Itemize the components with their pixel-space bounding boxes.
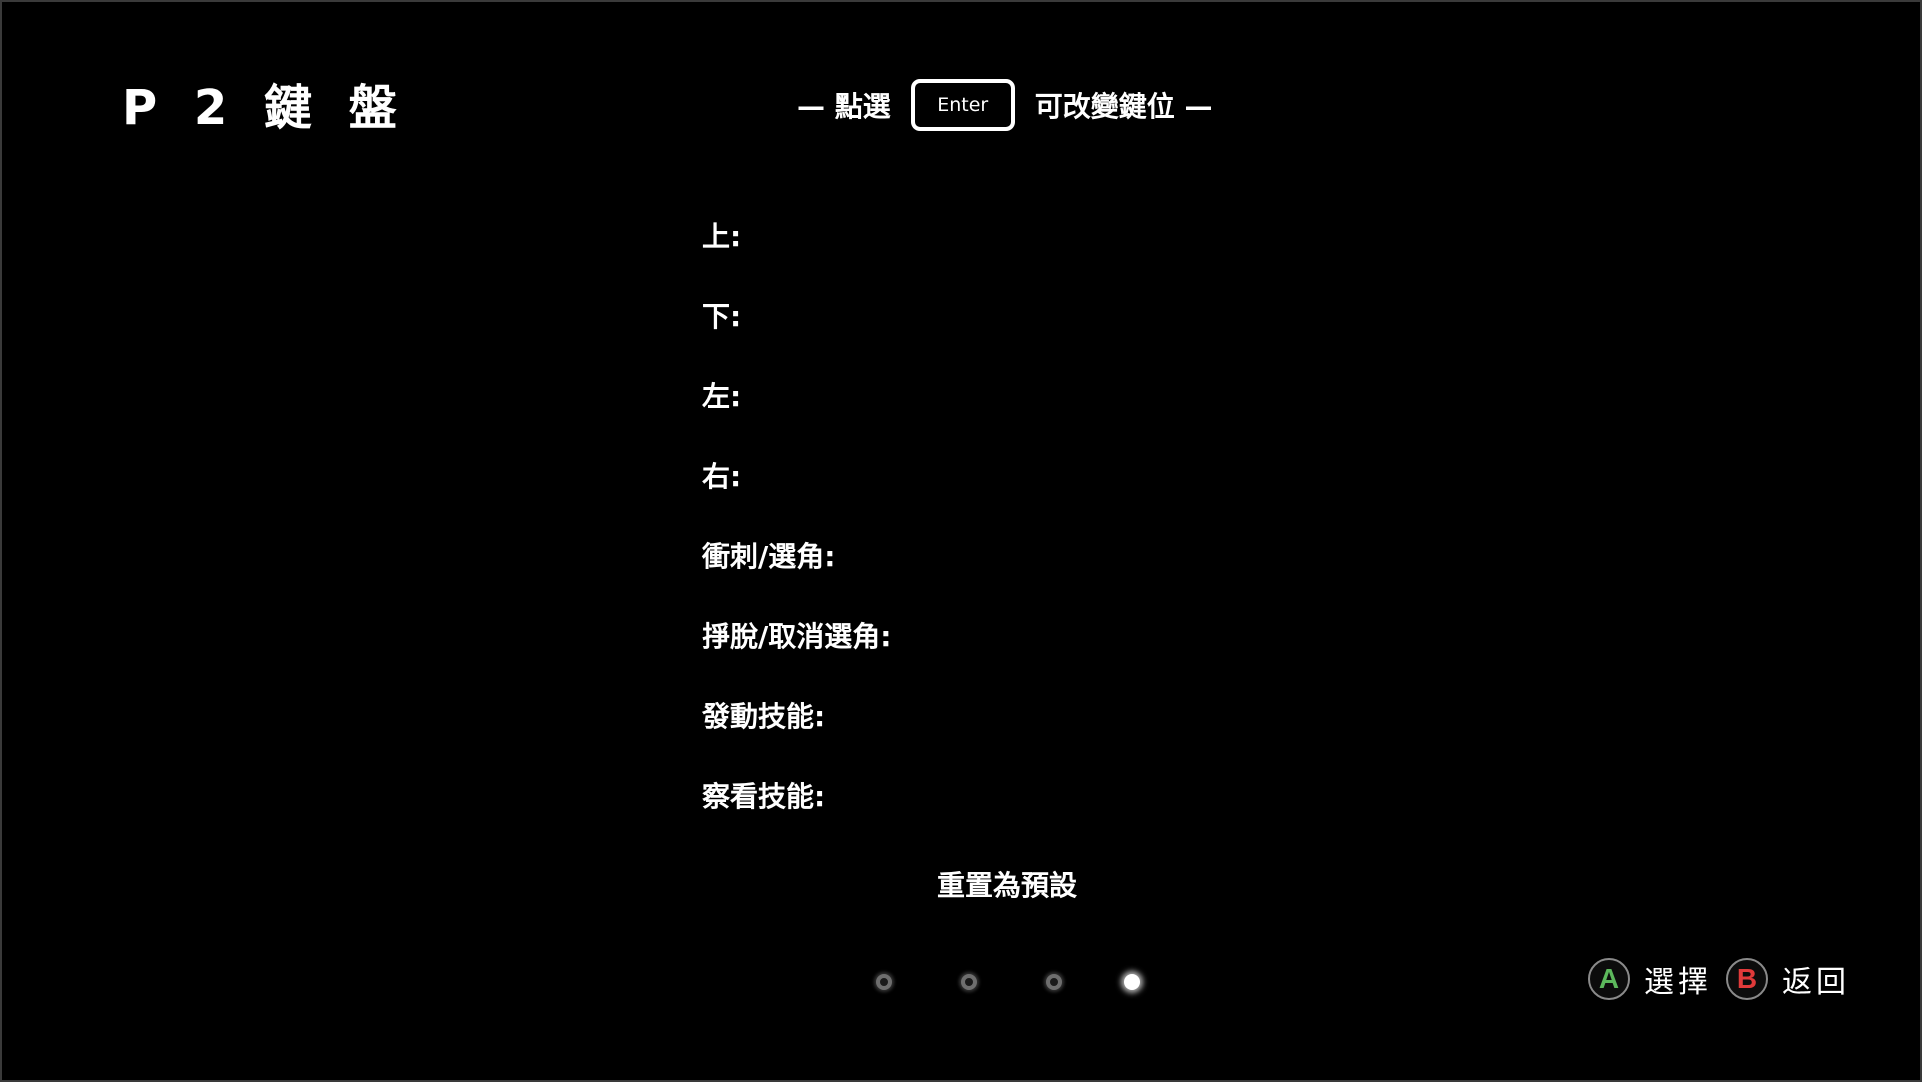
- binding-row-escape-cancel[interactable]: 掙脫/取消選角:: [702, 615, 1402, 695]
- page-dot-2[interactable]: [961, 974, 977, 990]
- page-dot-1[interactable]: [876, 974, 892, 990]
- page-dot-4-active[interactable]: [1124, 974, 1140, 990]
- enter-key-icon: Enter: [910, 79, 1015, 131]
- binding-row-left[interactable]: 左:: [702, 375, 1402, 455]
- binding-row-dash-select[interactable]: 衝刺/選角:: [702, 535, 1402, 615]
- hint-prefix: — 點選: [797, 90, 891, 123]
- reset-default-button[interactable]: 重置為預設: [937, 864, 1077, 904]
- enter-hint: — 點選 Enter 可改變鍵位 —: [797, 75, 1213, 135]
- binding-label: 發動技能:: [702, 700, 826, 733]
- binding-row-activate-skill[interactable]: 發動技能:: [702, 695, 1402, 775]
- back-label: 返回: [1782, 965, 1850, 1000]
- binding-row-view-skill[interactable]: 察看技能:: [702, 775, 1402, 855]
- enter-key-label: Enter: [937, 94, 989, 116]
- hint-suffix: 可改變鍵位 —: [1034, 90, 1213, 123]
- binding-label: 上:: [702, 220, 742, 253]
- page-dot-3[interactable]: [1046, 974, 1062, 990]
- select-label: 選擇: [1644, 965, 1712, 1000]
- binding-row-up[interactable]: 上:: [702, 215, 1402, 295]
- binding-label: 左:: [702, 380, 742, 413]
- b-button-icon[interactable]: B: [1726, 958, 1768, 1000]
- binding-label: 掙脫/取消選角:: [702, 620, 892, 653]
- key-config-screen: P 2 鍵 盤 — 點選 Enter 可改變鍵位 — 上: 下: 左: 右: 衝…: [0, 0, 1922, 1082]
- binding-label: 右:: [702, 460, 742, 493]
- binding-row-right[interactable]: 右:: [702, 455, 1402, 535]
- binding-list: 上: 下: 左: 右: 衝刺/選角: 掙脫/取消選角: 發動技能: 察看技能:: [702, 215, 1402, 855]
- page-title: P 2 鍵 盤: [122, 80, 407, 136]
- binding-row-down[interactable]: 下:: [702, 295, 1402, 375]
- controller-hints: A 選擇 B 返回: [1588, 955, 1850, 1003]
- binding-label: 察看技能:: [702, 780, 826, 813]
- binding-label: 下:: [702, 300, 742, 333]
- a-button-icon[interactable]: A: [1588, 958, 1630, 1000]
- binding-label: 衝刺/選角:: [702, 540, 836, 573]
